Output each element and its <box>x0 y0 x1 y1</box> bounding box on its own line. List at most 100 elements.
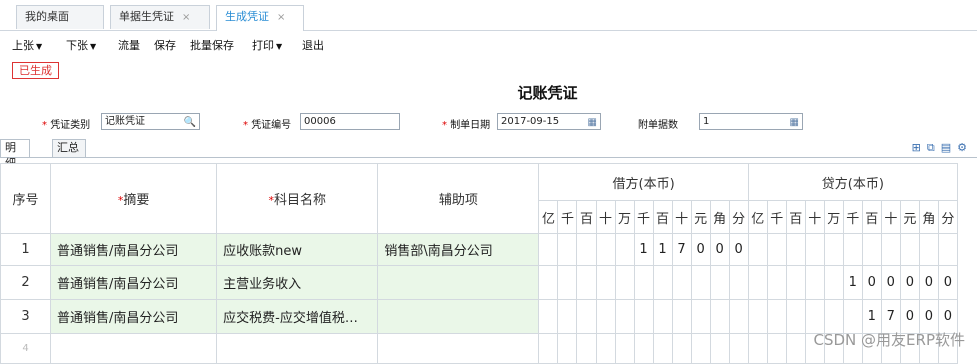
debit-digit-cell[interactable] <box>595 233 616 266</box>
credit-digit-cell[interactable] <box>937 233 959 266</box>
debit-digit-cell[interactable] <box>728 333 749 364</box>
close-icon[interactable]: × <box>182 12 190 23</box>
copy-row-icon[interactable]: ⧉ <box>927 141 941 154</box>
settings-icon[interactable]: ⚙ <box>957 141 973 154</box>
debit-digit-cell[interactable] <box>728 299 749 334</box>
credit-digit-cell[interactable] <box>766 265 787 300</box>
account-cell[interactable]: 应交税费-应交增值税… <box>216 299 379 334</box>
debit-digit-cell[interactable]: 1 <box>633 233 654 266</box>
credit-digit-cell[interactable] <box>842 233 863 266</box>
table-row[interactable]: 1 普通销售/南昌分公司 应收账款new 销售部\南昌分公司 1 1 7 0 0 0 <box>0 233 959 266</box>
debit-digit-cell[interactable] <box>690 265 711 300</box>
batch-save-button[interactable]: 批量保存 <box>190 37 234 53</box>
debit-digit-cell[interactable]: 0 <box>728 233 749 266</box>
date-field[interactable]: 2017-09-15 ▦ <box>497 113 601 130</box>
aux-cell[interactable]: 销售部\南昌分公司 <box>377 233 540 266</box>
table-row[interactable]: 2 普通销售/南昌分公司 主营业务收入 1 0 0 0 0 0 <box>0 265 959 300</box>
debit-digit-cell[interactable] <box>671 265 692 300</box>
debit-digit-cell[interactable] <box>633 333 654 364</box>
debit-digit-cell[interactable]: 1 <box>652 233 673 266</box>
save-button[interactable]: 保存 <box>154 37 176 53</box>
debit-digit-cell[interactable] <box>614 299 635 334</box>
debit-digit-cell[interactable] <box>671 299 692 334</box>
voucher-no-field[interactable]: 00006 <box>300 113 400 130</box>
debit-digit-cell[interactable] <box>709 265 730 300</box>
credit-digit-cell[interactable]: 0 <box>880 265 901 300</box>
credit-digit-cell[interactable] <box>747 299 768 334</box>
next-button[interactable]: 下张 ▼ <box>66 37 96 53</box>
credit-digit-cell[interactable] <box>747 233 768 266</box>
debit-digit-cell[interactable] <box>557 333 578 364</box>
credit-digit-cell[interactable] <box>823 233 844 266</box>
credit-digit-cell[interactable]: 0 <box>937 265 959 300</box>
debit-digit-cell[interactable] <box>709 299 730 334</box>
debit-digit-cell[interactable] <box>652 299 673 334</box>
summary-cell[interactable]: 普通销售/南昌分公司 <box>50 233 218 266</box>
debit-digit-cell[interactable] <box>538 233 559 266</box>
debit-digit-cell[interactable]: 0 <box>690 233 711 266</box>
aux-cell[interactable] <box>377 265 540 300</box>
debit-digit-cell[interactable] <box>595 333 616 364</box>
debit-digit-cell[interactable] <box>557 265 578 300</box>
debit-digit-cell[interactable] <box>557 233 578 266</box>
credit-digit-cell[interactable]: 0 <box>899 265 920 300</box>
credit-digit-cell[interactable] <box>785 299 806 334</box>
add-row-icon[interactable]: ⊞ <box>912 141 927 154</box>
credit-digit-cell[interactable] <box>785 333 806 364</box>
debit-digit-cell[interactable] <box>671 333 692 364</box>
debit-digit-cell[interactable] <box>633 265 654 300</box>
debit-digit-cell[interactable] <box>614 265 635 300</box>
debit-digit-cell[interactable] <box>576 299 597 334</box>
debit-digit-cell[interactable] <box>576 333 597 364</box>
close-icon[interactable]: × <box>277 12 285 23</box>
aux-cell[interactable] <box>377 333 540 364</box>
calendar-icon[interactable]: ▦ <box>588 115 597 130</box>
credit-digit-cell[interactable] <box>747 265 768 300</box>
credit-digit-cell[interactable] <box>766 299 787 334</box>
credit-digit-cell[interactable] <box>918 233 939 266</box>
attachments-field[interactable]: 1 ▦ <box>699 113 803 130</box>
debit-digit-cell[interactable] <box>595 299 616 334</box>
delete-row-icon[interactable]: ▤ <box>941 141 957 154</box>
tab-my-desktop[interactable]: 我的桌面 <box>16 5 104 29</box>
credit-digit-cell[interactable] <box>785 265 806 300</box>
credit-digit-cell[interactable] <box>766 233 787 266</box>
exit-button[interactable]: 退出 <box>302 37 324 53</box>
tab-document-voucher[interactable]: 单据生凭证 × <box>110 5 210 29</box>
calendar-icon[interactable]: ▦ <box>790 115 799 130</box>
summary-cell[interactable]: 普通销售/南昌分公司 <box>50 265 218 300</box>
debit-digit-cell[interactable] <box>690 299 711 334</box>
credit-digit-cell[interactable] <box>804 265 825 300</box>
debit-digit-cell[interactable] <box>595 265 616 300</box>
tab-generate-voucher[interactable]: 生成凭证 × <box>216 5 304 31</box>
debit-digit-cell[interactable] <box>538 333 559 364</box>
summary-cell[interactable] <box>50 333 218 364</box>
tab-detail[interactable]: 明细 <box>0 139 30 170</box>
voucher-type-field[interactable]: 记账凭证 🔍 <box>101 113 200 130</box>
credit-digit-cell[interactable] <box>823 265 844 300</box>
debit-digit-cell[interactable] <box>576 265 597 300</box>
debit-digit-cell[interactable] <box>633 299 654 334</box>
debit-digit-cell[interactable] <box>690 333 711 364</box>
debit-digit-cell[interactable] <box>652 333 673 364</box>
debit-digit-cell[interactable] <box>728 265 749 300</box>
prev-button[interactable]: 上张 ▼ <box>12 37 42 53</box>
credit-digit-cell[interactable]: 0 <box>861 265 882 300</box>
account-cell[interactable]: 主营业务收入 <box>216 265 379 300</box>
debit-digit-cell[interactable] <box>538 299 559 334</box>
debit-digit-cell[interactable] <box>538 265 559 300</box>
debit-digit-cell[interactable] <box>614 233 635 266</box>
summary-cell[interactable]: 普通销售/南昌分公司 <box>50 299 218 334</box>
tab-summary[interactable]: 汇总 <box>52 139 86 157</box>
credit-digit-cell[interactable] <box>804 233 825 266</box>
flow-button[interactable]: 流量 <box>118 37 140 53</box>
credit-digit-cell[interactable] <box>785 233 806 266</box>
credit-digit-cell[interactable] <box>861 233 882 266</box>
credit-digit-cell[interactable] <box>747 333 768 364</box>
account-cell[interactable] <box>216 333 379 364</box>
credit-digit-cell[interactable] <box>766 333 787 364</box>
credit-digit-cell[interactable]: 0 <box>918 265 939 300</box>
account-cell[interactable]: 应收账款new <box>216 233 379 266</box>
print-button[interactable]: 打印 ▼ <box>252 37 282 53</box>
debit-digit-cell[interactable] <box>652 265 673 300</box>
